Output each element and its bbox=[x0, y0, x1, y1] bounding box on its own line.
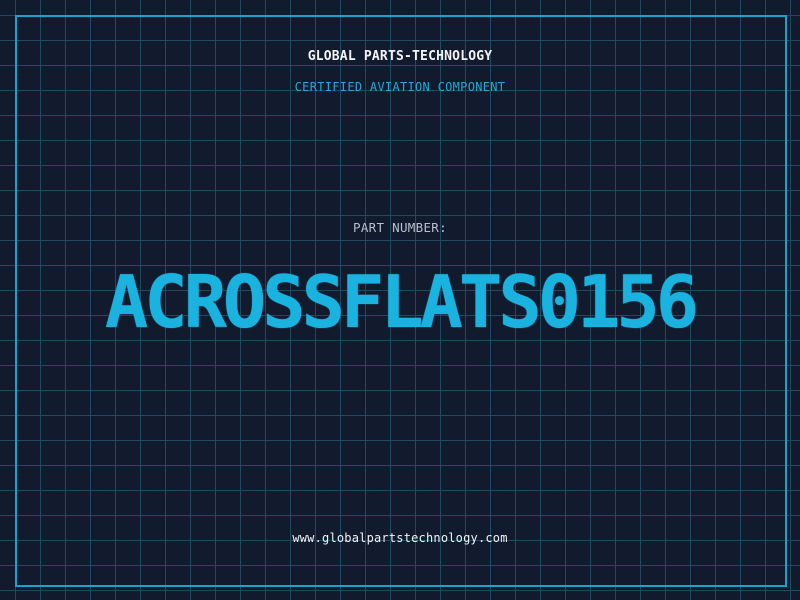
website-url: www.globalpartstechnology.com bbox=[292, 531, 508, 545]
part-number-value: ACROSSFLATS0156 bbox=[104, 260, 699, 344]
part-label-card: GLOBAL PARTS-TECHNOLOGY CERTIFIED AVIATI… bbox=[0, 0, 800, 600]
company-name: GLOBAL PARTS-TECHNOLOGY bbox=[307, 49, 493, 64]
certification-subtitle: CERTIFIED AVIATION COMPONENT bbox=[294, 80, 506, 94]
part-number-label: PART NUMBER: bbox=[353, 220, 447, 235]
